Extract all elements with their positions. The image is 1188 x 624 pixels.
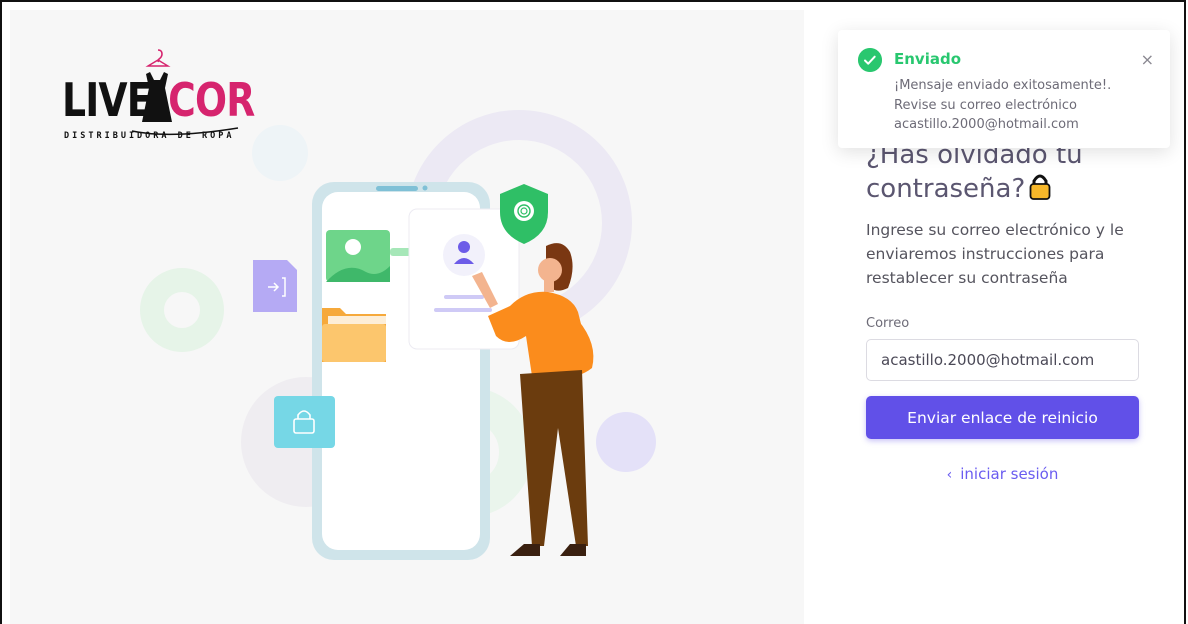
toast-message-line: Revise su correo electrónico [894,97,1077,113]
email-label: Correo [866,316,910,331]
instructions-text: Ingrese su correo electrónico y le envia… [866,221,1124,287]
toast-message-line: ¡Mensaje enviado exitosamente!. [894,78,1112,93]
bg-dot-blue [252,125,308,181]
phone-speaker [376,186,418,191]
lock-emoji-icon [1029,174,1051,200]
email-field[interactable] [866,339,1139,381]
back-to-login-label: iniciar sesión [960,465,1059,483]
success-toast: Enviado × ¡Mensaje enviado exitosamente!… [838,30,1170,148]
title-line-2: contraseña? [866,174,1026,204]
lock-card-icon [274,396,335,448]
login-document-icon [253,260,297,312]
send-reset-link-button[interactable]: Enviar enlace de reinicio [866,396,1139,439]
back-to-login-link[interactable]: ‹ iniciar sesión [866,465,1139,483]
toast-close-icon[interactable]: × [1141,50,1154,69]
page-title: ¿Has olvidado tu contraseña? [866,138,1156,206]
toast-message-line: acastillo.2000@hotmail.com [894,117,1079,132]
phone-camera [422,185,428,191]
illustration-panel: LIVE COR DISTRIBUIDORA DE ROPA [10,10,804,624]
check-circle-icon [858,48,882,72]
bg-ring-green [140,268,224,352]
chevron-left-icon: ‹ [946,467,953,483]
toast-message: ¡Mensaje enviado exitosamente!. Revise s… [894,76,1154,135]
toast-title: Enviado [894,50,962,68]
bg-dot-purple [596,412,656,472]
forgot-password-illustration [140,110,656,560]
